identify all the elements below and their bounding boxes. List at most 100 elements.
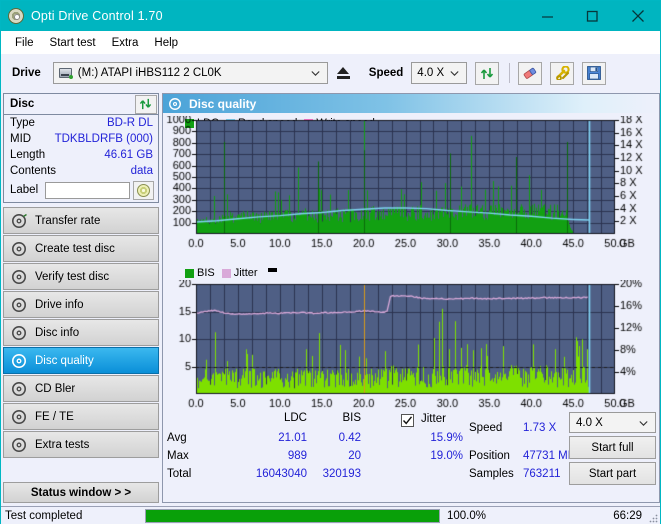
disc-icon [11, 269, 28, 285]
legend-label: BIS [197, 267, 215, 279]
legend-swatch [185, 269, 194, 278]
disc-icon [137, 184, 150, 197]
start-part-button[interactable]: Start part [569, 462, 656, 485]
elapsed-time: 66:29 [613, 510, 642, 522]
window-title: Opti Drive Control 1.70 [31, 9, 525, 23]
menu-item-start-test[interactable]: Start test [42, 35, 104, 51]
jitter-label: Jitter [421, 413, 446, 425]
sidebar-item-transfer-rate[interactable]: Transfer rate [3, 207, 159, 234]
disc-icon [11, 241, 28, 257]
legend-item-jitter: Jitter [222, 267, 258, 279]
drive-select-value: (M:) ATAPI iHBS112 2 CL0K [78, 67, 222, 79]
eraser-icon [522, 66, 538, 80]
drive-icon [58, 66, 74, 80]
disc-icon [11, 437, 28, 453]
status-bar: Test completed 100.0% 66:29 [1, 506, 660, 524]
menu-bar: File Start test Extra Help [1, 31, 660, 54]
stats-col-header-bis: BIS [311, 412, 361, 424]
test-speed-value: 4.0 X [576, 417, 603, 429]
jitter-checkbox[interactable] [401, 414, 414, 427]
window-resize-grip[interactable] [648, 513, 658, 523]
sidebar-item-label: Disc quality [35, 355, 94, 367]
drive-select[interactable]: (M:) ATAPI iHBS112 2 CL0K [53, 62, 328, 84]
close-button[interactable] [615, 1, 660, 31]
sidebar-item-create-test-disc[interactable]: Create test disc [3, 235, 159, 262]
maximize-button[interactable] [570, 1, 615, 31]
bis-jitter-chart-canvas [163, 280, 659, 413]
bis-jitter-chart [163, 280, 659, 413]
disc-row-mid: MID TDKBLDRFB (000) [4, 131, 158, 147]
drive-label: Drive [12, 67, 41, 79]
stats-ldc-avg: 21.01 [227, 432, 307, 444]
toolbar-separator [509, 63, 510, 83]
sidebar-item-label: Transfer rate [35, 215, 100, 227]
refresh-icon [139, 98, 153, 111]
disc-icon [11, 381, 28, 397]
sidebar-item-disc-info[interactable]: Disc info [3, 319, 159, 346]
stats-bis-total: 320193 [291, 468, 361, 480]
disc-row-value: BD-R DL [107, 117, 153, 129]
save-button[interactable] [582, 62, 606, 85]
legend-label: Jitter [234, 267, 258, 279]
chevron-down-icon [311, 69, 320, 78]
stats-row-header-total: Total [167, 468, 191, 480]
sidebar-item-label: CD Bler [35, 383, 75, 395]
floppy-save-icon [587, 66, 601, 80]
sidebar-item-disc-quality[interactable]: Disc quality [3, 347, 159, 374]
speed-select[interactable]: 4.0 X [411, 62, 467, 84]
eject-icon [337, 67, 350, 79]
menu-item-extra[interactable]: Extra [104, 35, 147, 51]
progress-percent: 100.0% [447, 510, 486, 522]
ldc-chart [163, 116, 659, 264]
ldc-chart-canvas [163, 116, 659, 264]
disc-label-row: Label [4, 179, 158, 201]
disc-row-key: Type [10, 117, 35, 129]
test-speed-select[interactable]: 4.0 X [569, 412, 656, 433]
disc-row-key: MID [10, 133, 31, 145]
tools-button[interactable] [550, 62, 574, 85]
progress-bar-fill [146, 510, 439, 522]
stats-row-header-max: Max [167, 450, 189, 462]
sidebar-item-cd-bler[interactable]: CD Bler [3, 375, 159, 402]
disc-info-box: Disc Type BD-R DL MID TDKBLDRFB (000) [3, 93, 159, 203]
stats-speed-label: Speed [469, 422, 502, 434]
sidebar-item-drive-info[interactable]: Drive info [3, 291, 159, 318]
erase-button[interactable] [518, 62, 542, 85]
panel-title: Disc quality [189, 97, 256, 111]
progress-bar [145, 509, 440, 523]
disc-icon [11, 409, 28, 425]
refresh-button[interactable] [475, 62, 499, 85]
app-window: Opti Drive Control 1.70 File Start test … [0, 0, 661, 524]
menu-item-file[interactable]: File [7, 35, 42, 51]
disc-row-contents: Contents data [4, 163, 158, 179]
disc-row-type: Type BD-R DL [4, 115, 158, 131]
stats-jitter-max: 19.0% [399, 450, 463, 462]
sidebar-item-label: Extra tests [35, 439, 89, 451]
bis-chart-legend: BIS Jitter [163, 266, 659, 280]
disc-icon [11, 353, 28, 369]
jitter-scale-marker-icon [268, 268, 277, 272]
status-window-label: Status window > > [31, 487, 131, 499]
sidebar-item-label: Disc info [35, 327, 79, 339]
sidebar-nav: Transfer rate Create test disc Verify te… [3, 207, 159, 458]
speed-label: Speed [369, 67, 404, 79]
panel-header: Disc quality [163, 94, 659, 113]
sidebar-item-label: Verify test disc [35, 271, 109, 283]
minimize-button[interactable] [525, 1, 570, 31]
chevron-down-icon [450, 69, 459, 78]
start-full-button[interactable]: Start full [569, 436, 656, 459]
disc-row-value: data [131, 165, 153, 177]
disc-row-key: Length [10, 149, 45, 161]
disc-label-apply-button[interactable] [133, 181, 154, 200]
menu-item-help[interactable]: Help [146, 35, 186, 51]
disc-refresh-button[interactable] [135, 95, 157, 114]
disc-row-key: Contents [10, 165, 56, 177]
sidebar-item-fe-te[interactable]: FE / TE [3, 403, 159, 430]
disc-icon [168, 97, 182, 111]
disc-label-input[interactable] [45, 182, 130, 199]
sidebar-item-verify-test-disc[interactable]: Verify test disc [3, 263, 159, 290]
eject-button[interactable] [332, 62, 355, 84]
sidebar-item-extra-tests[interactable]: Extra tests [3, 431, 159, 458]
status-message: Test completed [5, 510, 145, 522]
status-window-toggle[interactable]: Status window > > [3, 482, 159, 503]
